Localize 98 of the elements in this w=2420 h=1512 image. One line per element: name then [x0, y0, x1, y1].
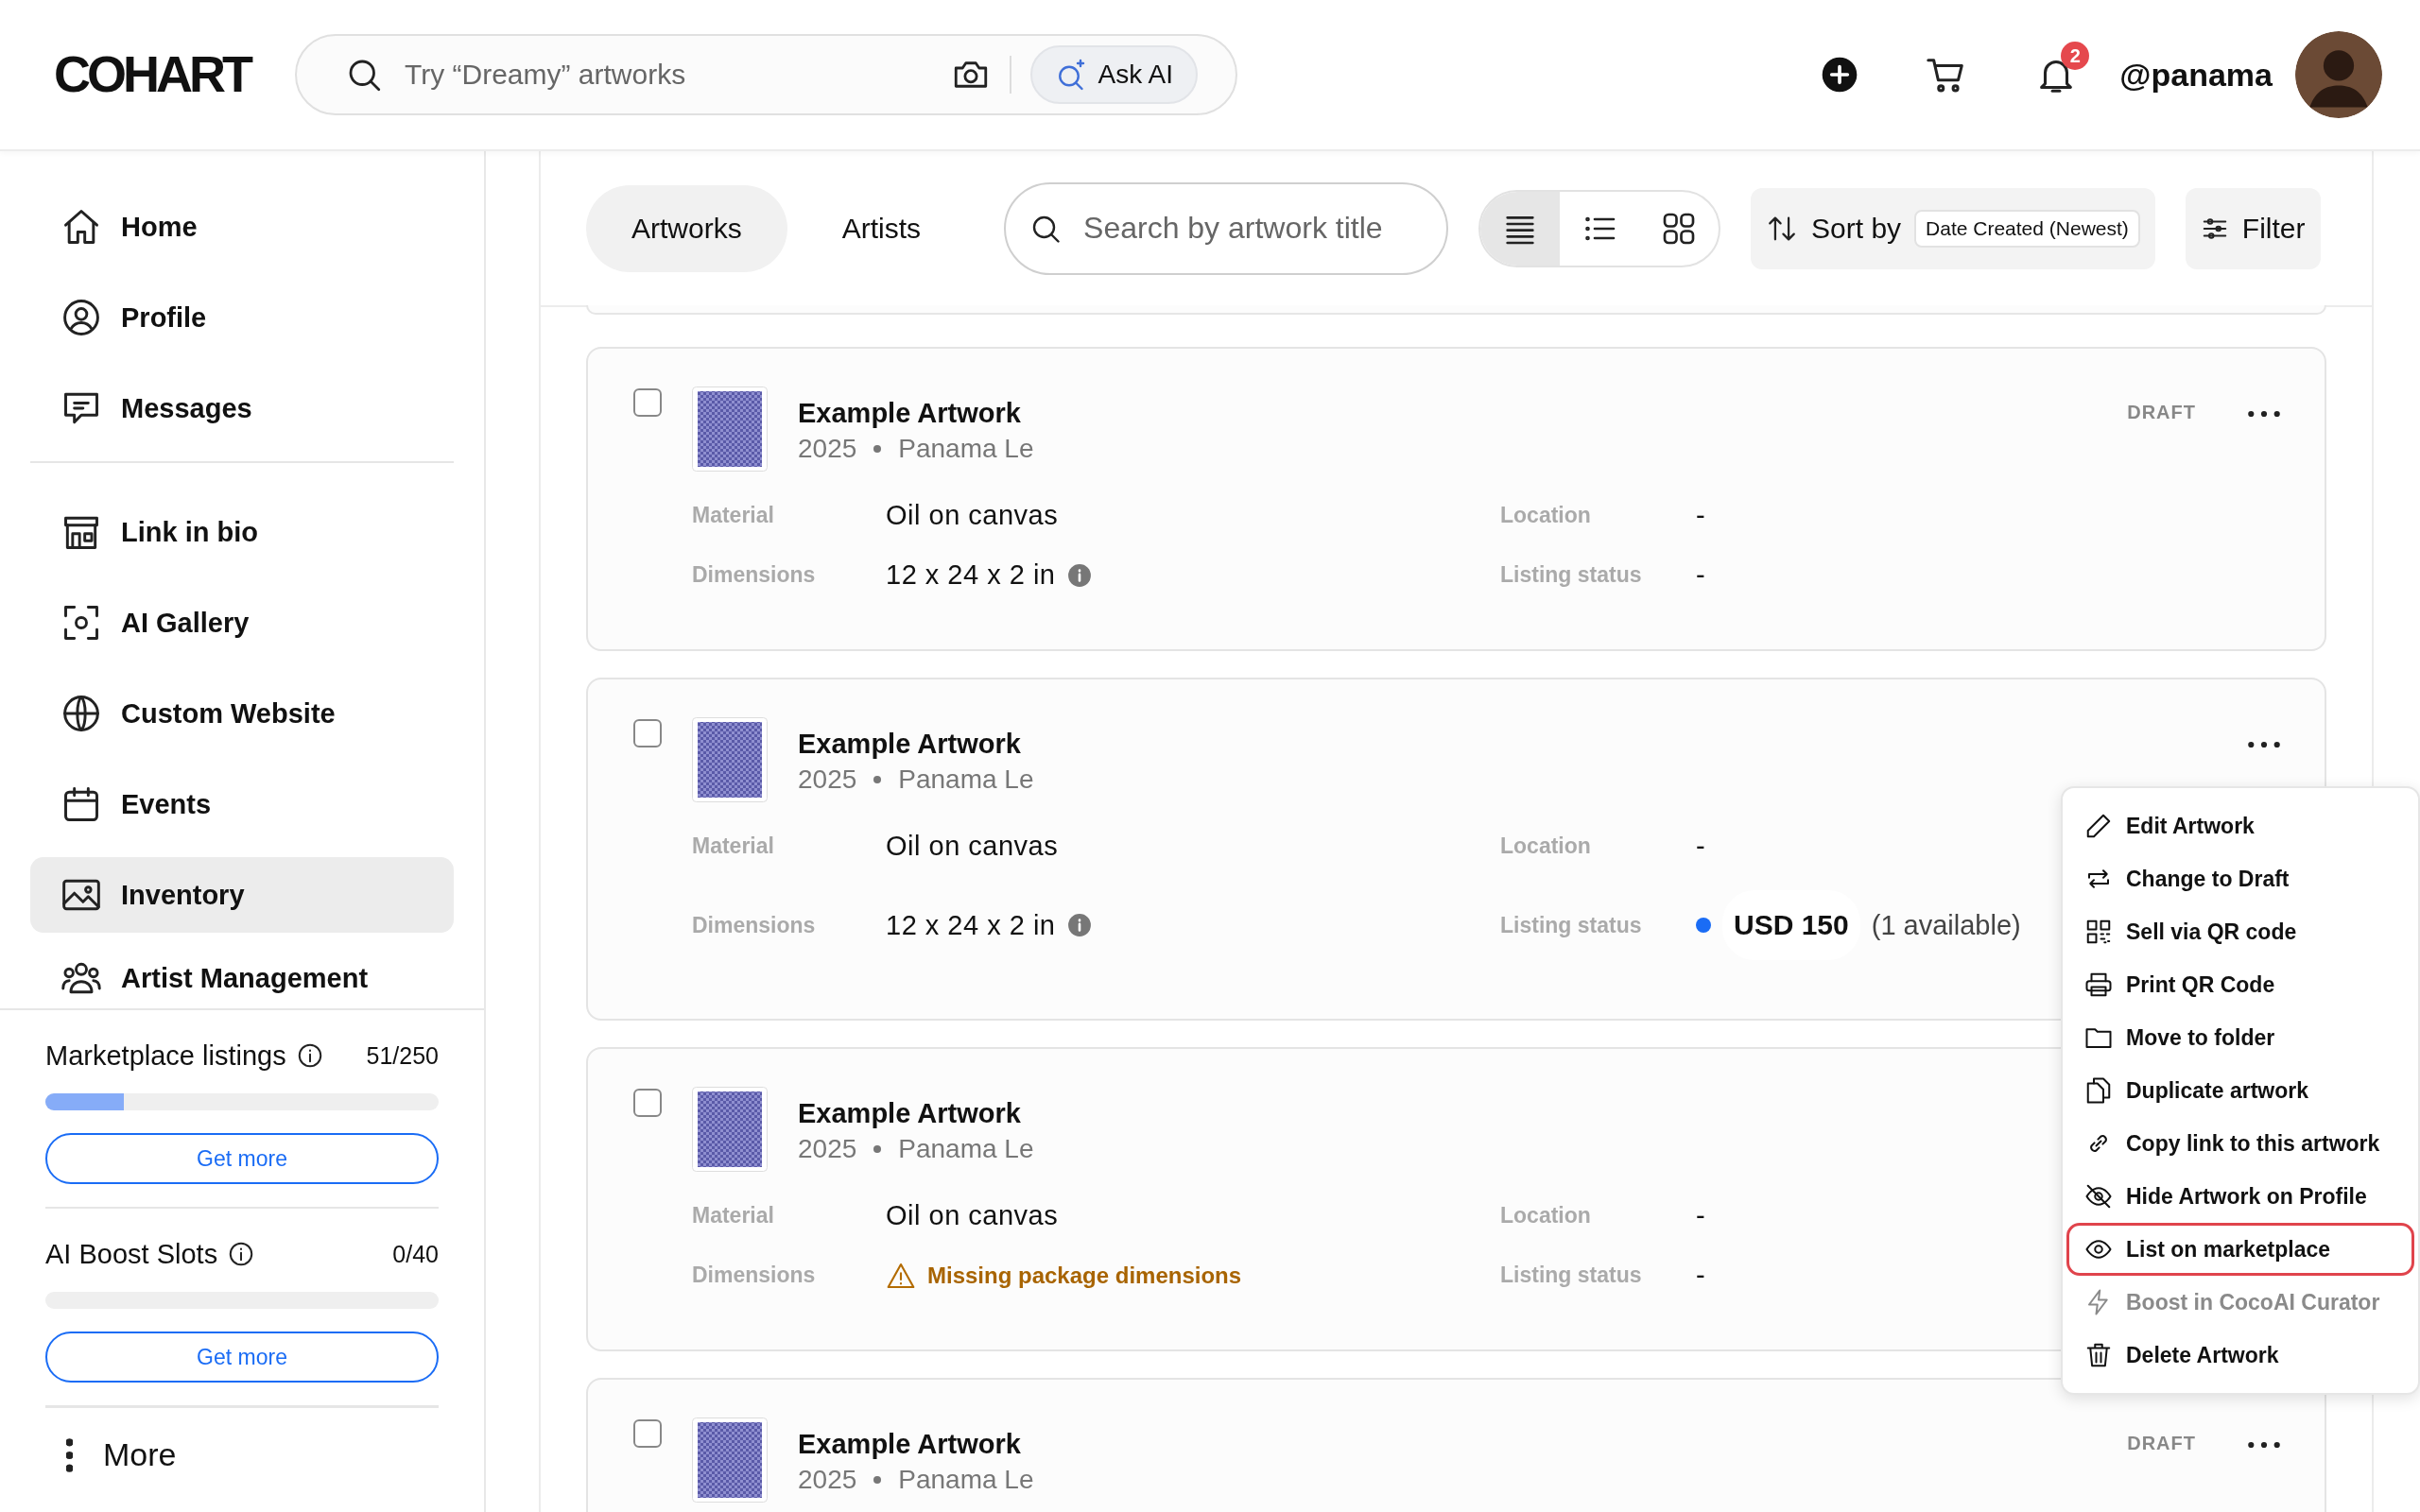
more-icon[interactable]	[2247, 1440, 2281, 1450]
artwork-year: 2025	[798, 434, 857, 464]
field-value: 12 x 24 x 2 in	[886, 559, 1056, 591]
artwork-title[interactable]: Example Artwork	[798, 1098, 1034, 1129]
field-label: Material	[692, 1203, 774, 1228]
separator-dot	[873, 1145, 882, 1153]
field-value: -	[1696, 559, 1706, 591]
copy-icon	[2084, 1076, 2113, 1105]
pencil-icon	[2084, 812, 2113, 840]
sidebar-item[interactable]: Home	[30, 189, 454, 265]
menu-item[interactable]: Change to Draft	[2066, 852, 2414, 905]
quota-label: AI Boost Slots	[45, 1238, 218, 1270]
field-value: -	[1696, 831, 1706, 862]
view-button[interactable]	[1480, 191, 1561, 266]
get-more-button[interactable]: Get more	[45, 1133, 439, 1184]
menu-item[interactable]: Move to folder	[2066, 1011, 2414, 1064]
filter-button[interactable]: Filter	[2185, 187, 2321, 269]
field-value: Oil on canvas	[886, 500, 1059, 531]
artist-name: Panama Le	[898, 765, 1034, 795]
menu-item[interactable]: Delete Artwork	[2066, 1329, 2414, 1382]
status-label: DRAFT	[2127, 1433, 2196, 1454]
globe-icon	[60, 693, 102, 734]
menu-item[interactable]: Hide Artwork on Profile	[2066, 1170, 2414, 1223]
field-label: Location	[1500, 1203, 1591, 1228]
tab[interactable]: Artworks	[586, 184, 787, 272]
field-label: Dimensions	[692, 562, 816, 588]
menu-item[interactable]: Print QR Code	[2066, 958, 2414, 1011]
field-label: Listing status	[1500, 1263, 1642, 1288]
field-value: -	[1696, 1260, 1706, 1291]
profile-icon	[60, 297, 102, 338]
tab[interactable]: Artists	[796, 184, 967, 272]
artwork-year: 2025	[798, 765, 857, 795]
more-icon[interactable]	[2247, 740, 2281, 749]
field-label: Listing status	[1500, 562, 1642, 588]
field-label: Material	[692, 833, 774, 859]
sidebar-item[interactable]: Messages	[30, 370, 454, 446]
separator-dot	[873, 776, 882, 783]
field-value: Oil on canvas	[886, 831, 1059, 862]
eye-off-icon	[2084, 1182, 2113, 1211]
field-label: Material	[692, 503, 774, 528]
add-icon[interactable]	[1821, 56, 1859, 94]
checkbox[interactable]	[633, 1089, 662, 1117]
sort-button[interactable]: Sort by Date Created (Newest)	[1751, 187, 2155, 269]
sidebar-item[interactable]: Events	[30, 766, 454, 842]
availability: (1 available)	[1871, 909, 2021, 941]
field-label: Location	[1500, 833, 1591, 859]
avatar[interactable]	[2295, 31, 2382, 118]
separator-dot	[873, 445, 882, 453]
trash-icon	[2084, 1341, 2113, 1369]
quota-count: 0/40	[392, 1240, 439, 1268]
field-value: Oil on canvas	[886, 1200, 1059, 1231]
sidebar-item[interactable]: Profile	[30, 280, 454, 355]
sort-value: Date Created (Newest)	[1914, 209, 2140, 248]
artwork-title[interactable]: Example Artwork	[798, 398, 1034, 429]
search-field[interactable]: Try “Dreamy” artworks Ask AI	[295, 34, 1237, 115]
printer-icon	[2084, 971, 2113, 999]
quota-count: 51/250	[366, 1041, 439, 1070]
menu-item[interactable]: Duplicate artwork	[2066, 1064, 2414, 1117]
more-icon[interactable]	[2247, 409, 2281, 419]
field-label: Location	[1500, 503, 1591, 528]
sidebar-item[interactable]: Artist Management	[30, 948, 454, 1008]
menu-item[interactable]: Sell via QR code	[2066, 905, 2414, 958]
quota-label: Marketplace listings	[45, 1040, 286, 1072]
get-more-button[interactable]: Get more	[45, 1332, 439, 1383]
sidebar-item[interactable]: Inventory	[30, 857, 454, 933]
field-label: Dimensions	[692, 912, 816, 938]
warning-text: Missing package dimensions	[927, 1262, 1242, 1289]
more-item[interactable]: More	[0, 1408, 484, 1473]
separator-dot	[873, 1476, 882, 1484]
artwork-title[interactable]: Example Artwork	[798, 729, 1034, 760]
username[interactable]: @panama	[2119, 56, 2273, 94]
sidebar-item[interactable]: Link in bio	[30, 494, 454, 570]
field-value: -	[1696, 500, 1706, 531]
menu-item[interactable]: Edit Artwork	[2066, 799, 2414, 852]
qr-code-icon	[2084, 918, 2113, 946]
artist-name: Panama Le	[898, 1465, 1034, 1495]
artist-name: Panama Le	[898, 1134, 1034, 1164]
field-value: 12 x 24 x 2 in	[886, 909, 1056, 941]
checkbox[interactable]	[633, 1419, 662, 1448]
artwork-year: 2025	[798, 1465, 857, 1495]
field-value: -	[1696, 1200, 1706, 1231]
more-icon	[66, 1437, 73, 1472]
artist-name: Panama Le	[898, 434, 1034, 464]
artwork-title[interactable]: Example Artwork	[798, 1429, 1034, 1460]
sidebar-item[interactable]: AI Gallery	[30, 585, 454, 661]
artwork-year: 2025	[798, 1134, 857, 1164]
notification-badge: 2	[2061, 42, 2090, 70]
checkbox[interactable]	[633, 719, 662, 747]
search-field[interactable]: Search by artwork title	[1004, 181, 1449, 275]
checkbox[interactable]	[633, 388, 662, 417]
menu-item[interactable]: Copy link to this artwork	[2066, 1117, 2414, 1170]
logo[interactable]: COHART	[54, 46, 250, 103]
sidebar-item[interactable]: Custom Website	[30, 676, 454, 751]
field-label: Listing status	[1500, 912, 1642, 938]
field-label: Dimensions	[692, 1263, 816, 1288]
ask-ai-button[interactable]: Ask AI	[1029, 45, 1198, 104]
status-label: DRAFT	[2127, 402, 2196, 423]
menu-item[interactable]: List on marketplace	[2066, 1223, 2414, 1276]
